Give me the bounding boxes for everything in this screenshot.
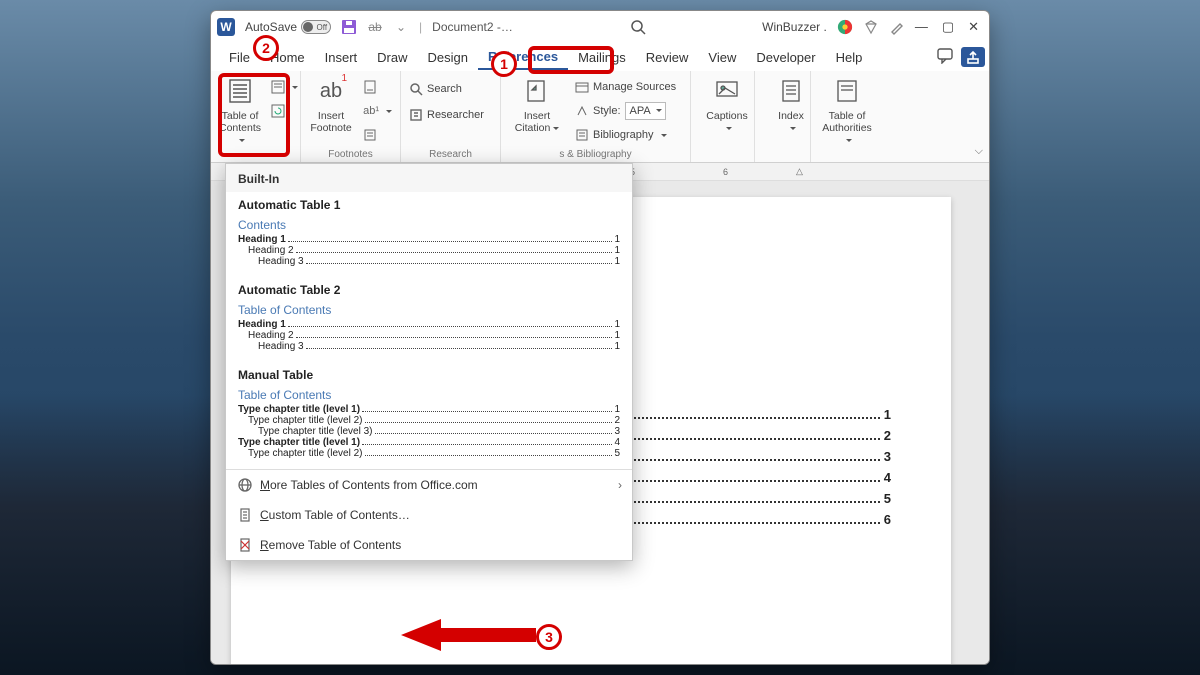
toc-icon xyxy=(219,75,261,107)
group-research: Research xyxy=(409,147,492,160)
toc-option-auto1[interactable]: Automatic Table 1 Contents Heading 11 He… xyxy=(226,192,632,277)
autosave-switch[interactable]: Off xyxy=(301,20,331,34)
insert-footnote-button[interactable]: ab 1 Insert Footnote xyxy=(309,75,353,134)
more-toc-office-button[interactable]: More Tables of Contents from Office.com … xyxy=(226,470,632,500)
share-button[interactable] xyxy=(961,47,985,67)
document-icon xyxy=(238,508,252,522)
next-footnote-button[interactable]: ab¹ xyxy=(363,101,392,121)
chevron-right-icon: › xyxy=(618,478,622,492)
toc-option-manual[interactable]: Manual Table Table of Contents Type chap… xyxy=(226,362,632,469)
search-icon[interactable] xyxy=(630,19,646,35)
ribbon: Table of Contents ab 1 xyxy=(211,71,989,163)
dropdown-section-builtin: Built-In xyxy=(226,164,632,192)
strikethrough-icon[interactable]: ab xyxy=(367,19,383,35)
citation-style-value[interactable]: APA xyxy=(625,102,666,120)
ribbon-tabs: File Home Insert Draw Design References … xyxy=(211,43,989,71)
researcher-button[interactable]: Researcher xyxy=(409,105,492,125)
custom-toc-button[interactable]: Custom Table of Contents… xyxy=(226,500,632,530)
tab-help[interactable]: Help xyxy=(826,46,873,69)
tab-view[interactable]: View xyxy=(698,46,746,69)
tab-mailings[interactable]: Mailings xyxy=(568,46,636,69)
comments-icon[interactable] xyxy=(937,48,955,67)
captions-icon xyxy=(699,75,755,107)
add-text-button[interactable] xyxy=(271,77,298,97)
table-of-authorities-button[interactable]: Table of Authorities xyxy=(819,75,875,146)
search-button[interactable]: Search xyxy=(409,79,492,99)
maximize-button[interactable]: ▢ xyxy=(942,19,954,35)
globe-icon xyxy=(238,478,252,492)
authorities-icon xyxy=(819,75,875,107)
insert-endnote-button[interactable] xyxy=(363,77,392,97)
citation-icon xyxy=(509,75,565,107)
account-name[interactable]: WinBuzzer . xyxy=(762,20,827,34)
group-toc xyxy=(219,158,292,160)
group-citations: s & Bibliography xyxy=(509,147,682,160)
autosave-toggle[interactable]: AutoSave Off xyxy=(245,20,331,34)
update-table-button[interactable] xyxy=(271,101,298,121)
ribbon-collapse-icon[interactable]: ⌵ xyxy=(975,145,983,158)
tab-review[interactable]: Review xyxy=(636,46,699,69)
tab-references[interactable]: References xyxy=(478,45,568,70)
tab-draw[interactable]: Draw xyxy=(367,46,417,69)
tab-design[interactable]: Design xyxy=(418,46,478,69)
toc-option-auto2[interactable]: Automatic Table 2 Table of Contents Head… xyxy=(226,277,632,362)
group-footnotes: Footnotes xyxy=(309,147,392,160)
remove-icon xyxy=(238,538,252,552)
titlebar: W AutoSave Off ab ⌄ | Document2 -… WinBu… xyxy=(211,11,989,43)
remove-toc-button[interactable]: Remove Table of Contents xyxy=(226,530,632,560)
qat-overflow-icon[interactable]: ⌄ xyxy=(393,19,409,35)
minimize-button[interactable]: — xyxy=(915,19,928,35)
pen-icon[interactable] xyxy=(889,19,905,35)
save-icon[interactable] xyxy=(341,19,357,35)
manage-sources-button[interactable]: Manage Sources xyxy=(575,77,676,97)
insert-citation-button[interactable]: Insert Citation xyxy=(509,75,565,134)
close-button[interactable]: ✕ xyxy=(968,19,979,35)
word-app-icon: W xyxy=(217,18,235,36)
document-name[interactable]: Document2 -… xyxy=(432,20,513,34)
diamond-icon[interactable] xyxy=(863,19,879,35)
autosave-label: AutoSave xyxy=(245,20,297,34)
footnote-icon: ab 1 xyxy=(309,75,353,107)
citation-style-select[interactable]: Style: APA xyxy=(575,101,676,121)
captions-button[interactable]: Captions xyxy=(699,75,755,134)
tab-file[interactable]: File xyxy=(219,46,260,69)
account-avatar-icon[interactable] xyxy=(837,19,853,35)
tab-home[interactable]: Home xyxy=(260,46,315,69)
bibliography-button[interactable]: Bibliography xyxy=(575,125,676,145)
show-notes-button[interactable] xyxy=(363,125,392,145)
toc-dropdown: Built-In Automatic Table 1 Contents Head… xyxy=(225,163,633,561)
word-window: W AutoSave Off ab ⌄ | Document2 -… WinBu… xyxy=(210,10,990,665)
tab-insert[interactable]: Insert xyxy=(315,46,368,69)
table-of-contents-button[interactable]: Table of Contents xyxy=(219,75,261,146)
tab-developer[interactable]: Developer xyxy=(746,46,825,69)
